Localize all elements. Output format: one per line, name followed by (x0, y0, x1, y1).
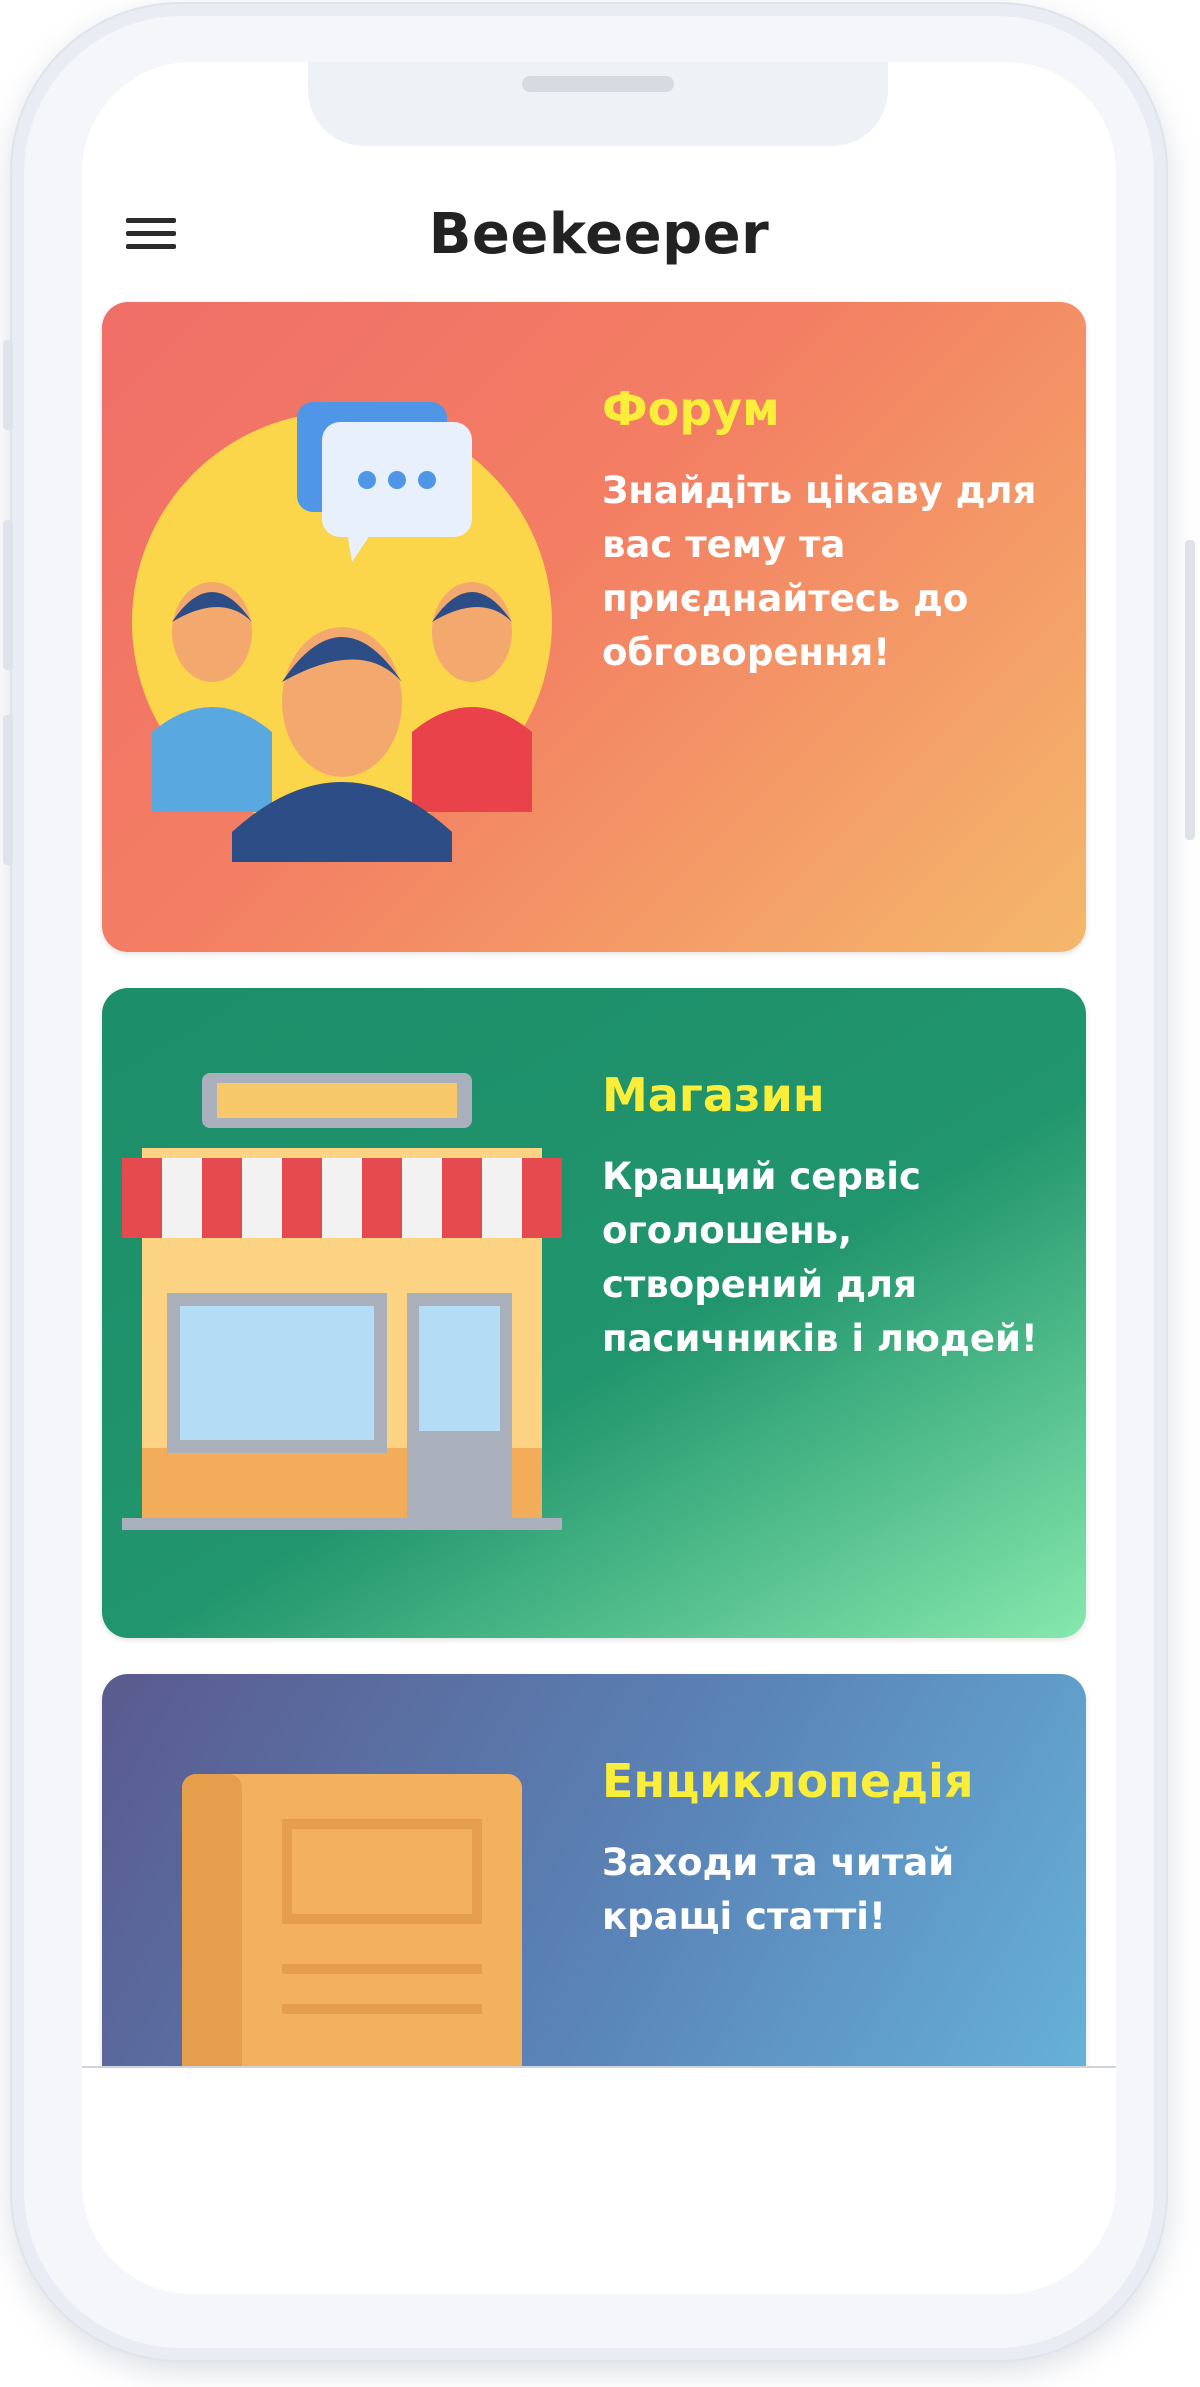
phone-screen: Beekeeper Форум Знайдіть цікаву для вас … (82, 62, 1116, 2294)
shop-card-title: Магазин (602, 1068, 825, 1122)
encyclopedia-card-text: Енциклопедія Заходи та читай кращі статт… (602, 1754, 1052, 1944)
shop-card-description: Кращий сервіс оголошень, створений для п… (602, 1155, 1038, 1360)
mute-switch (3, 340, 13, 430)
app-title: Beekeeper (428, 202, 770, 267)
speaker (522, 76, 674, 92)
forum-people-chat-icon (132, 402, 552, 862)
app-bar: Beekeeper (82, 174, 1116, 294)
encyclopedia-card-title: Енциклопедія (602, 1754, 974, 1808)
storefront-icon (122, 1073, 562, 1530)
encyclopedia-card-description: Заходи та читай кращі статті! (602, 1841, 955, 1938)
forum-card-title: Форум (602, 382, 780, 436)
forum-card-description: Знайдіть цікаву для вас тему та приєднай… (602, 469, 1037, 674)
power-button (1185, 540, 1195, 840)
forum-card-text: Форум Знайдіть цікаву для вас тему та пр… (602, 382, 1052, 680)
forum-card[interactable]: Форум Знайдіть цікаву для вас тему та пр… (102, 302, 1086, 952)
bottom-area (82, 2066, 1116, 2294)
encyclopedia-card[interactable]: Енциклопедія Заходи та читай кращі статт… (102, 1674, 1086, 2134)
volume-up-button (3, 520, 13, 670)
shop-card-text: Магазин Кращий сервіс оголошень, створен… (602, 1068, 1052, 1366)
notch (308, 62, 888, 146)
shop-card[interactable]: Магазин Кращий сервіс оголошень, створен… (102, 988, 1086, 1638)
volume-down-button (3, 715, 13, 865)
